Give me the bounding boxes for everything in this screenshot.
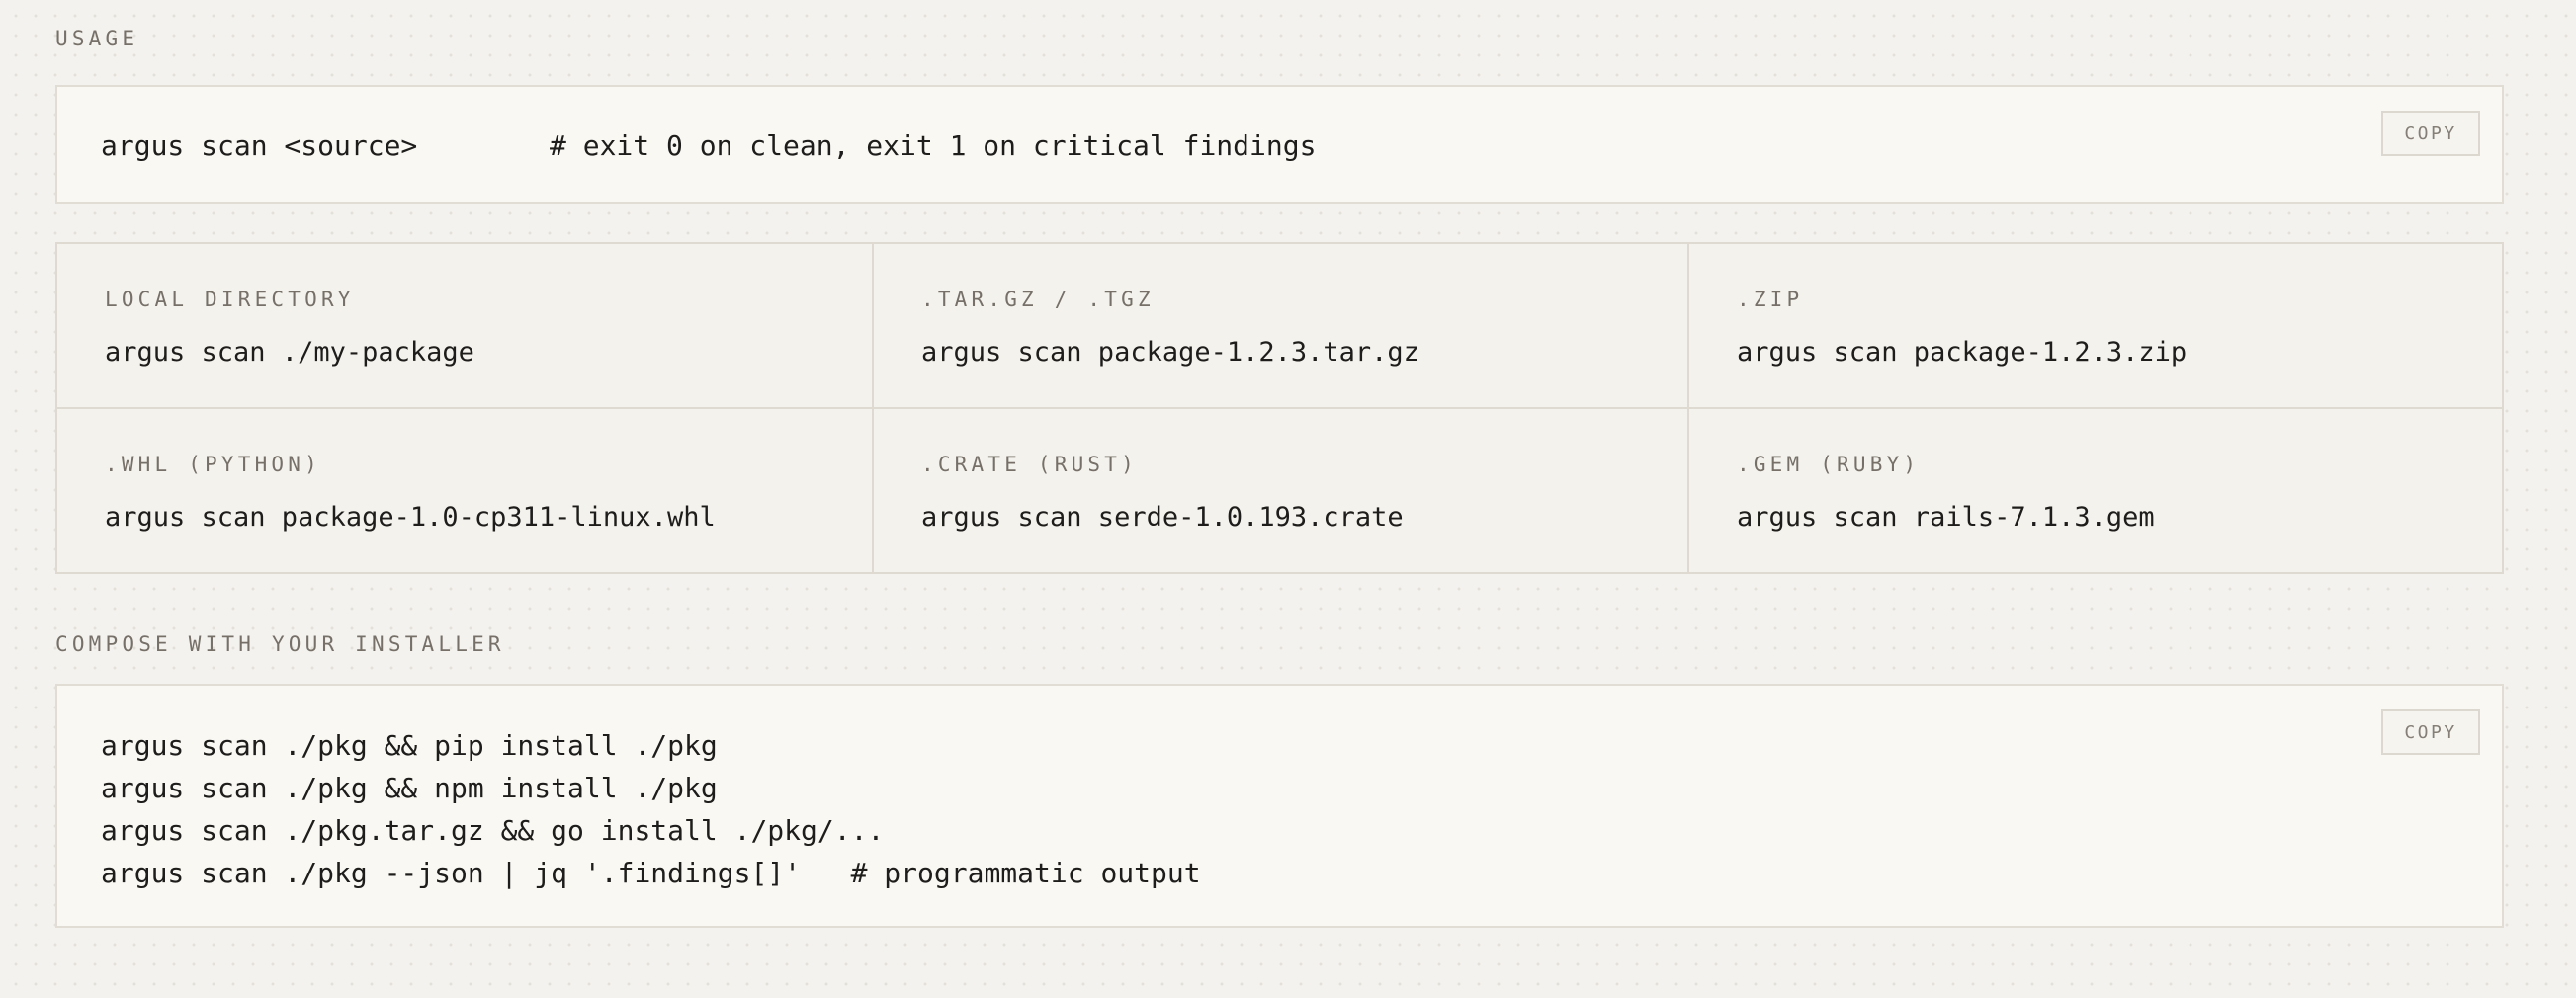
source-command: argus scan package-1.2.3.zip: [1737, 337, 2188, 368]
source-card-whl: .WHL (PYTHON) argus scan package-1.0-cp3…: [57, 409, 874, 572]
source-types-grid: LOCAL DIRECTORY argus scan ./my-package …: [55, 242, 2504, 574]
source-command: argus scan rails-7.1.3.gem: [1737, 502, 2155, 533]
source-label: .CRATE (RUST): [921, 453, 1138, 476]
compose-section-label: COMPOSE WITH YOUR INSTALLER: [55, 632, 505, 656]
source-label: LOCAL DIRECTORY: [105, 288, 355, 311]
source-command: argus scan package-1.0-cp311-linux.whl: [105, 502, 716, 533]
usage-command: argus scan <source>: [101, 129, 418, 162]
compose-line: argus scan ./pkg && pip install ./pkg: [101, 729, 718, 762]
compose-line: argus scan ./pkg.tar.gz && go install ./…: [101, 814, 885, 847]
source-card-gem: .GEM (RUBY) argus scan rails-7.1.3.gem: [1689, 409, 2502, 572]
source-command: argus scan package-1.2.3.tar.gz: [921, 337, 1419, 368]
source-label: .GEM (RUBY): [1737, 453, 1921, 476]
source-label: .TAR.GZ / .TGZ: [921, 288, 1155, 311]
usage-section-label: USAGE: [55, 27, 139, 50]
source-card-local-directory: LOCAL DIRECTORY argus scan ./my-package: [57, 244, 874, 409]
usage-comment: # exit 0 on clean, exit 1 on critical fi…: [550, 129, 1317, 162]
copy-usage-button[interactable]: COPY: [2381, 111, 2480, 156]
compose-line: argus scan ./pkg && npm install ./pkg: [101, 772, 718, 804]
usage-code-block: argus scan <source> # exit 0 on clean, e…: [55, 85, 2504, 204]
source-command: argus scan serde-1.0.193.crate: [921, 502, 1404, 533]
source-card-crate: .CRATE (RUST) argus scan serde-1.0.193.c…: [874, 409, 1689, 572]
compose-line: argus scan ./pkg --json | jq '.findings[…: [101, 857, 1201, 889]
source-label: .ZIP: [1737, 288, 1804, 311]
source-card-tar-gz: .TAR.GZ / .TGZ argus scan package-1.2.3.…: [874, 244, 1689, 409]
source-label: .WHL (PYTHON): [105, 453, 321, 476]
source-card-zip: .ZIP argus scan package-1.2.3.zip: [1689, 244, 2502, 409]
copy-compose-button[interactable]: COPY: [2381, 709, 2480, 755]
source-command: argus scan ./my-package: [105, 337, 474, 368]
compose-code-block: argus scan ./pkg && pip install ./pkg ar…: [55, 684, 2504, 928]
